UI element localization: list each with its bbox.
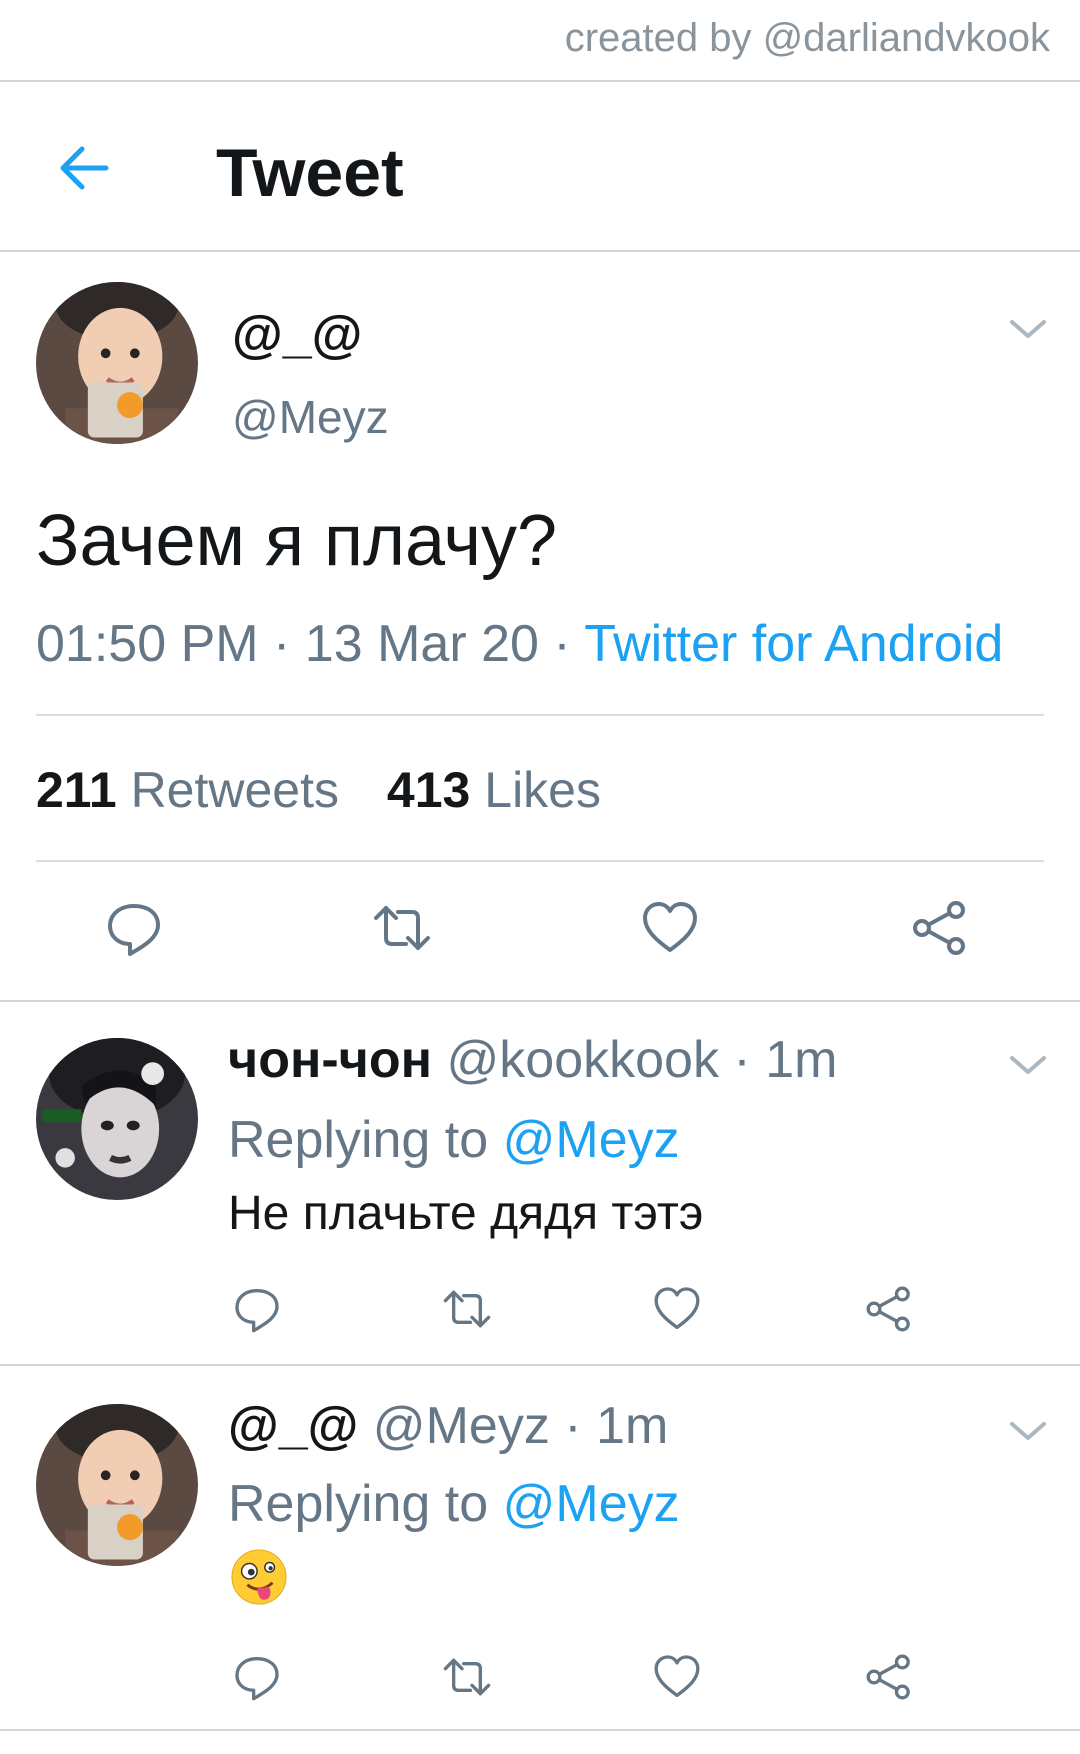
reply-icon[interactable] bbox=[232, 1284, 282, 1334]
user-handle[interactable]: @Meyz bbox=[232, 390, 389, 444]
retweets-count[interactable]: 211 bbox=[36, 762, 117, 818]
share-icon[interactable] bbox=[864, 1652, 914, 1702]
replying-label: Replying to bbox=[228, 1111, 489, 1169]
replying-to: Replying to @Meyz bbox=[228, 1474, 680, 1534]
chevron-down-icon[interactable] bbox=[1008, 1416, 1048, 1446]
tweet-stats: 211 Retweets 413 Likes bbox=[36, 761, 601, 819]
display-name[interactable]: @_@ bbox=[228, 1397, 358, 1455]
reply-header: @_@ @Meyz · 1m bbox=[228, 1396, 668, 1456]
separator-dot: · bbox=[273, 615, 305, 673]
avatar[interactable] bbox=[36, 282, 198, 444]
reply-time: 1m bbox=[765, 1031, 838, 1089]
reply-header: чон-чон @kookkook · 1m bbox=[228, 1030, 837, 1090]
retweet-icon[interactable] bbox=[442, 1284, 492, 1334]
display-name[interactable]: @_@ bbox=[232, 305, 362, 365]
avatar[interactable] bbox=[36, 1038, 198, 1200]
retweets-label[interactable]: Retweets bbox=[131, 762, 339, 818]
divider bbox=[36, 860, 1044, 862]
tweet-source-link[interactable]: Twitter for Android bbox=[584, 615, 1003, 673]
user-handle[interactable]: @kookkook bbox=[447, 1031, 719, 1089]
retweet-icon[interactable] bbox=[372, 898, 432, 958]
display-name[interactable]: чон-чон bbox=[228, 1031, 432, 1089]
tweet-meta: 01:50 PM · 13 Mar 20 · Twitter for Andro… bbox=[36, 614, 1003, 674]
heart-icon[interactable] bbox=[652, 1284, 702, 1334]
mention-link[interactable]: @Meyz bbox=[503, 1475, 680, 1533]
divider bbox=[0, 1729, 1080, 1731]
zany-face-emoji bbox=[230, 1548, 288, 1606]
reply-icon[interactable] bbox=[104, 898, 164, 958]
divider bbox=[0, 1364, 1080, 1366]
top-bar: Tweet bbox=[0, 82, 1080, 250]
reply-time: 1m bbox=[596, 1397, 669, 1455]
heart-icon[interactable] bbox=[652, 1652, 702, 1702]
mention-link[interactable]: @Meyz bbox=[503, 1111, 680, 1169]
divider bbox=[36, 714, 1044, 716]
replying-to: Replying to @Meyz bbox=[228, 1110, 680, 1170]
reply-icon[interactable] bbox=[232, 1652, 282, 1702]
retweet-icon[interactable] bbox=[442, 1652, 492, 1702]
avatar[interactable] bbox=[36, 1404, 198, 1566]
arrow-left-icon[interactable] bbox=[52, 136, 116, 200]
separator-dot: · bbox=[733, 1031, 766, 1089]
separator-dot: · bbox=[553, 615, 585, 673]
share-icon[interactable] bbox=[910, 898, 970, 958]
watermark-credit: created by @darliandvkook bbox=[564, 16, 1050, 60]
tweet-text: Зачем я плачу? bbox=[36, 501, 558, 581]
chevron-down-icon[interactable] bbox=[1008, 1050, 1048, 1080]
tweet-time: 01:50 PM bbox=[36, 615, 259, 673]
heart-icon[interactable] bbox=[640, 898, 700, 958]
divider bbox=[0, 250, 1080, 252]
share-icon[interactable] bbox=[864, 1284, 914, 1334]
tweet-date: 13 Mar 20 bbox=[304, 615, 539, 673]
chevron-down-icon[interactable] bbox=[1008, 314, 1048, 344]
likes-label[interactable]: Likes bbox=[484, 762, 601, 818]
likes-count[interactable]: 413 bbox=[387, 762, 470, 818]
divider bbox=[0, 1000, 1080, 1002]
replying-label: Replying to bbox=[228, 1475, 489, 1533]
separator-dot: · bbox=[564, 1397, 597, 1455]
user-handle[interactable]: @Meyz bbox=[373, 1397, 550, 1455]
page-title: Tweet bbox=[216, 135, 404, 211]
reply-text: Не плачьте дядя тэтэ bbox=[228, 1187, 704, 1240]
